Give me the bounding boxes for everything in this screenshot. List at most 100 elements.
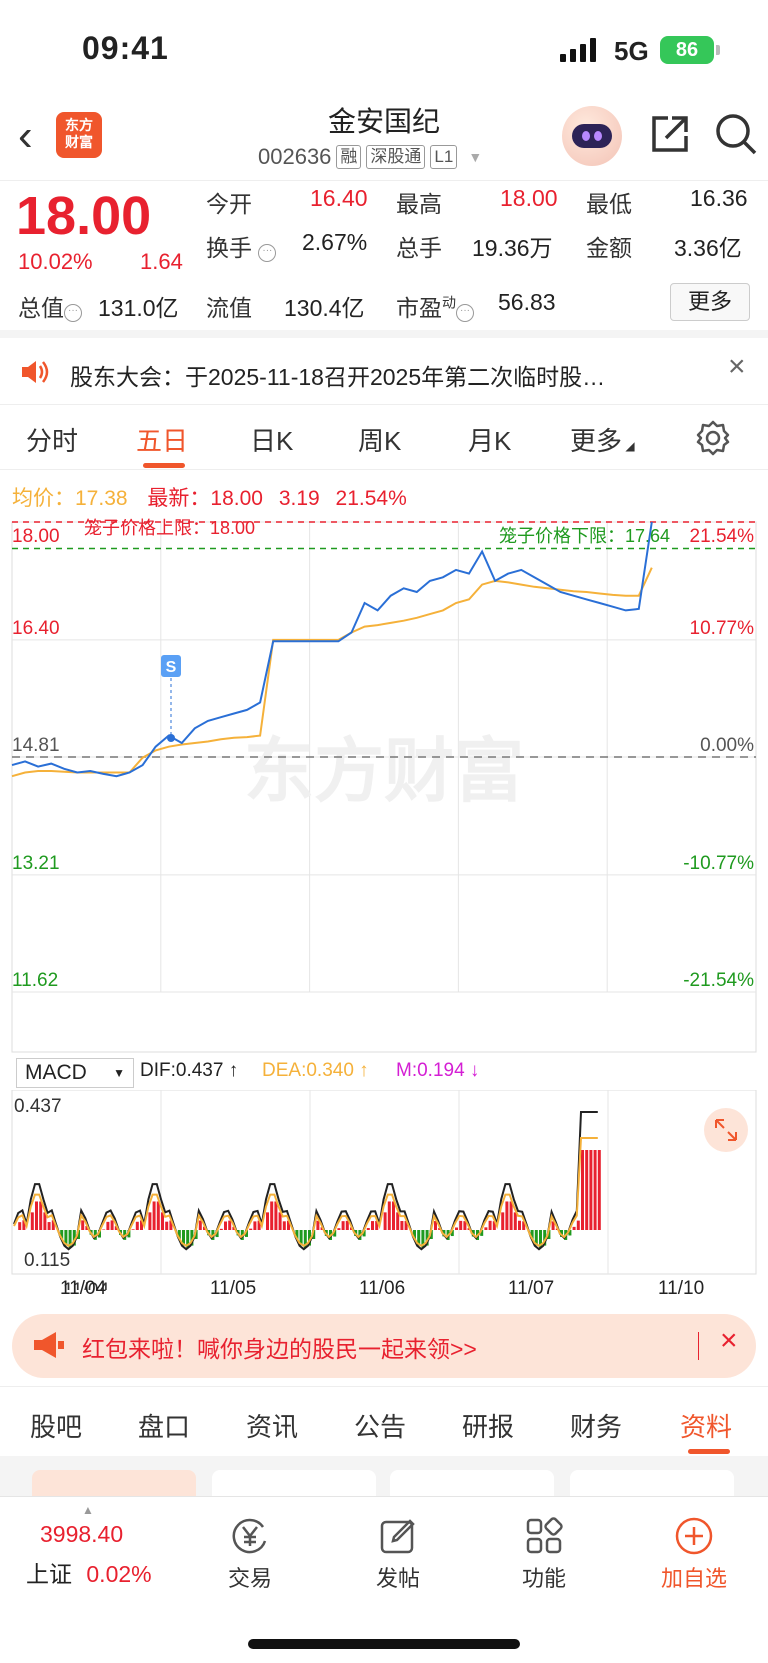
macd-bar <box>488 1220 492 1230</box>
indicator-select[interactable]: MACD ▼ <box>16 1058 134 1088</box>
tab-daily-k[interactable]: 日K <box>250 421 293 458</box>
y-label-left: 16.40 <box>12 618 60 639</box>
caret-down-icon: ▼ <box>468 149 483 165</box>
chart-summary: 均价：17.38 最新：18.00 3.19 21.54% <box>12 487 407 510</box>
share-icon[interactable] <box>648 112 692 161</box>
nav-add-watchlist[interactable]: 加自选 <box>644 1511 744 1593</box>
macd-bar <box>131 1229 135 1230</box>
macd-bar <box>165 1221 169 1230</box>
svg-text:S: S <box>166 659 177 676</box>
tab-five-day[interactable]: 五日 <box>136 421 188 458</box>
macd-bar <box>509 1201 513 1230</box>
macd-bar <box>253 1221 257 1230</box>
close-icon[interactable]: × <box>728 350 746 384</box>
nav-functions[interactable]: 功能 <box>494 1511 594 1593</box>
subtab-chip[interactable] <box>570 1470 734 1496</box>
watermark: 东方财富 <box>244 732 524 810</box>
macd-bar <box>106 1221 110 1230</box>
bottom-nav: ▲ 3998.40 上证 0.02% 交易 发帖 功能 加自选 <box>0 1496 768 1663</box>
macd-bar <box>152 1201 156 1230</box>
active-tab-indicator <box>688 1449 730 1454</box>
macd-bar <box>572 1226 576 1230</box>
tab-finance[interactable]: 财务 <box>570 1407 622 1444</box>
profile-subtabs <box>0 1456 768 1496</box>
macd-bar <box>387 1201 391 1230</box>
nav-post[interactable]: 发帖 <box>348 1511 448 1593</box>
y-label-left: 14.81 <box>12 735 60 756</box>
macd-bar <box>30 1212 34 1230</box>
edit-icon <box>348 1511 448 1561</box>
turnover-value: 2.67% <box>302 229 368 255</box>
info-icon: ··· <box>456 304 474 322</box>
tab-more[interactable]: 更多 ◢ <box>570 421 635 458</box>
tab-announcements[interactable]: 公告 <box>354 1407 406 1444</box>
last-price: 18.00 <box>16 186 152 246</box>
subtab-chip[interactable] <box>212 1470 376 1496</box>
macd-bar <box>47 1222 51 1230</box>
battery-tip <box>716 45 720 55</box>
home-indicator <box>248 1639 520 1649</box>
macd-ymax: 0.437 <box>14 1096 62 1117</box>
tab-intraday[interactable]: 分时 <box>26 421 78 458</box>
expand-icon[interactable] <box>704 1108 748 1152</box>
tab-weekly-k[interactable]: 周K <box>358 421 401 458</box>
red-packet-banner[interactable]: 红包来啦！喊你身边的股民一起来领>> × <box>12 1314 756 1378</box>
tab-forum[interactable]: 股吧 <box>30 1407 82 1444</box>
macd-bar <box>249 1228 253 1230</box>
change-percent: 10.02% <box>18 249 93 274</box>
open-label: 今开 <box>206 191 252 217</box>
stock-code-row[interactable]: 002636 融 深股通 L1 ▼ <box>258 144 482 170</box>
lower-limit-label: 笼子价格下限：17.64 <box>499 526 670 546</box>
macd-bar <box>396 1212 400 1230</box>
plus-circle-icon <box>644 1511 744 1561</box>
x-label-1105: 11/05 <box>210 1278 257 1299</box>
notice-bar[interactable]: 股东大会：于2025-11-18召开2025年第二次临时股… × <box>0 330 768 404</box>
close-icon[interactable]: × <box>720 1324 738 1358</box>
macd-dif: DIF:0.437 ↑ <box>140 1060 239 1081</box>
change-value: 1.64 <box>140 249 183 274</box>
tab-profile[interactable]: 资料 <box>680 1407 732 1444</box>
macd-bar <box>513 1212 517 1230</box>
macd-bar <box>371 1221 374 1230</box>
macd-header: MACD ▼ DIF:0.437 ↑ DEA:0.340 ↑ M:0.194 ↓ <box>16 1058 756 1088</box>
settings-icon[interactable] <box>694 419 732 462</box>
macd-bar <box>219 1228 223 1230</box>
index-name: 上证 <box>26 1561 72 1587</box>
macd-bar <box>518 1220 521 1230</box>
macd-bar <box>266 1212 269 1230</box>
tab-monthly-k[interactable]: 月K <box>468 421 511 458</box>
x-label-1104: 11/04 <box>60 1278 107 1299</box>
more-button[interactable]: 更多 <box>670 283 750 321</box>
grid-icon <box>494 1511 594 1561</box>
y-label-right: 10.77% <box>690 618 755 639</box>
subtab-chip[interactable] <box>390 1470 554 1496</box>
nav-trade[interactable]: 交易 <box>200 1511 300 1593</box>
tab-news[interactable]: 资讯 <box>246 1407 298 1444</box>
info-tabs: 股吧 盘口 资讯 公告 研报 财务 资料 <box>0 1386 768 1456</box>
macd-bar <box>459 1220 463 1230</box>
index-value[interactable]: 3998.40 <box>40 1521 123 1548</box>
y-label-right: -21.54% <box>683 970 754 991</box>
subtab-chip[interactable] <box>32 1470 196 1496</box>
clock: 09:41 <box>82 30 169 66</box>
float-label: 流值 <box>206 295 252 321</box>
tab-research[interactable]: 研报 <box>462 1407 514 1444</box>
index-row[interactable]: 上证 0.02% <box>26 1555 152 1589</box>
tag-margin: 融 <box>336 145 362 169</box>
x-label-1107: 11/07 <box>508 1278 555 1299</box>
megaphone-icon <box>32 1330 66 1365</box>
y-label-left: 18.00 <box>12 526 60 547</box>
search-icon[interactable] <box>714 112 758 161</box>
x-label-1110: 11/10 <box>658 1278 705 1299</box>
macd-bar <box>366 1227 370 1230</box>
status-bar: 09:41 5G 86 <box>0 0 768 100</box>
macd-bar <box>102 1229 106 1230</box>
macd-bar <box>224 1221 227 1230</box>
signal-icon <box>560 38 608 62</box>
index-percent: 0.02% <box>86 1561 152 1587</box>
tab-orderbook[interactable]: 盘口 <box>138 1407 190 1444</box>
macd-chart[interactable]: 0.437 0.115 11/04 <box>0 1089 768 1301</box>
price-chart[interactable]: 东方财富 18.00 16.40 14.81 13.21 11.62 21.54% 10.… <box>0 510 768 1060</box>
yen-icon <box>200 1511 300 1561</box>
volume-value: 19.36万 <box>472 235 553 261</box>
